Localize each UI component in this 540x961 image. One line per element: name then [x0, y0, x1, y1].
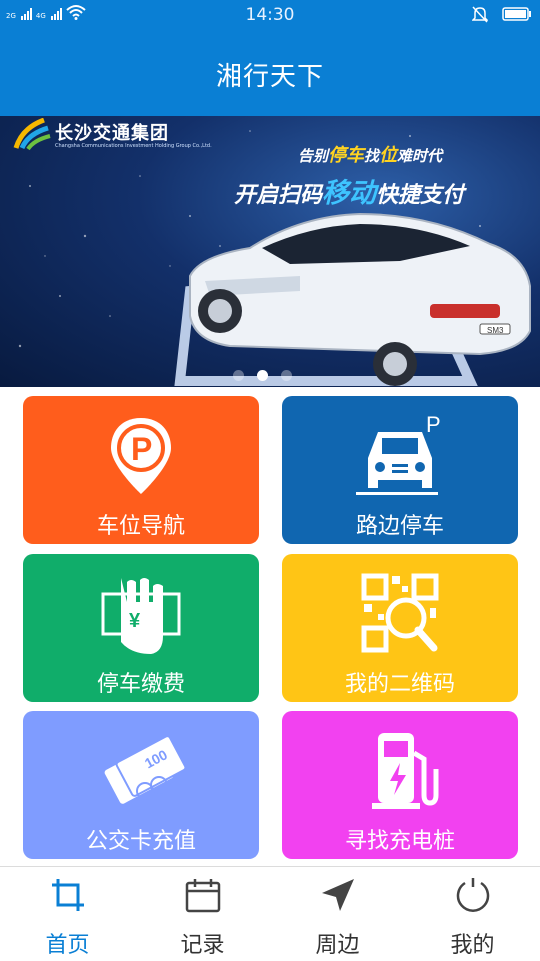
promo-banner[interactable]: SM3 长沙交通集团 Changsha Communications Inves… [0, 116, 540, 387]
parking-pin-icon: P [111, 418, 171, 494]
company-name-en: Changsha Communications Investment Holdi… [55, 143, 212, 149]
car-illustration: SM3 [189, 212, 531, 386]
svg-text:P: P [426, 414, 441, 437]
banner-slogan-line1: 告别停车找位难时代 [298, 145, 443, 166]
tab-label: 我的 [450, 933, 495, 958]
tab-records[interactable]: 记录 [135, 867, 270, 961]
qr-scan-icon [361, 573, 439, 653]
tab-nearby[interactable]: 周边 [270, 867, 405, 961]
clock: 14:30 [245, 5, 295, 25]
tile-label: 寻找充电桩 [344, 829, 455, 854]
charging-station-icon [372, 733, 439, 809]
banner-background: SM3 [18, 130, 531, 386]
mute-icon [472, 6, 488, 23]
calendar-icon [185, 879, 221, 913]
tab-label: 周边 [315, 933, 360, 958]
svg-text:¥: ¥ [129, 610, 141, 632]
tile-my-qr-code[interactable]: 我的二维码 [282, 554, 518, 702]
hand-payment-icon: ¥ [101, 578, 181, 654]
tab-home[interactable]: 首页 [0, 867, 135, 961]
tab-profile[interactable]: 我的 [405, 867, 540, 961]
power-icon [456, 878, 490, 912]
battery-icon [502, 7, 531, 21]
svg-text:P: P [131, 431, 152, 467]
car-parking-icon: P [356, 414, 441, 495]
bottom-tab-bar: 首页 记录 周边 我的 [0, 866, 540, 961]
tile-parking-payment[interactable]: ¥ 停车缴费 [23, 554, 259, 702]
tile-label: 停车缴费 [96, 672, 185, 697]
banner-slogan-line2: 开启扫码移动快捷支付 [234, 178, 465, 209]
tile-parking-navigation[interactable]: P 车位导航 [23, 396, 259, 544]
carousel-dot-active[interactable] [257, 370, 268, 381]
company-logo-icon [13, 118, 51, 151]
tile-bus-card-topup[interactable]: 100 公交卡充值 [23, 711, 259, 859]
tile-label: 我的二维码 [344, 672, 455, 697]
carousel-dot[interactable] [281, 370, 292, 381]
tile-label: 公交卡充值 [85, 829, 196, 854]
tile-label: 路边停车 [355, 514, 444, 539]
page-title: 湘行天下 [215, 62, 324, 92]
tab-label: 首页 [45, 933, 90, 958]
navigation-arrow-icon [322, 879, 354, 911]
tile-street-parking[interactable]: P 路边停车 [282, 396, 518, 544]
status-bar: 2G 4G 14:30 [0, 0, 540, 30]
company-name: 长沙交通集团 [55, 123, 169, 144]
carousel-indicator[interactable] [233, 370, 292, 381]
bus-card-icon: 100 [104, 735, 187, 804]
tile-find-charging-station[interactable]: 寻找充电桩 [282, 711, 518, 859]
license-plate: SM3 [487, 326, 504, 335]
carousel-dot[interactable] [233, 370, 244, 381]
tab-label: 记录 [180, 933, 225, 958]
crop-icon [52, 879, 84, 911]
tile-label: 车位导航 [96, 514, 185, 539]
title-bar: 湘行天下 [0, 30, 540, 116]
